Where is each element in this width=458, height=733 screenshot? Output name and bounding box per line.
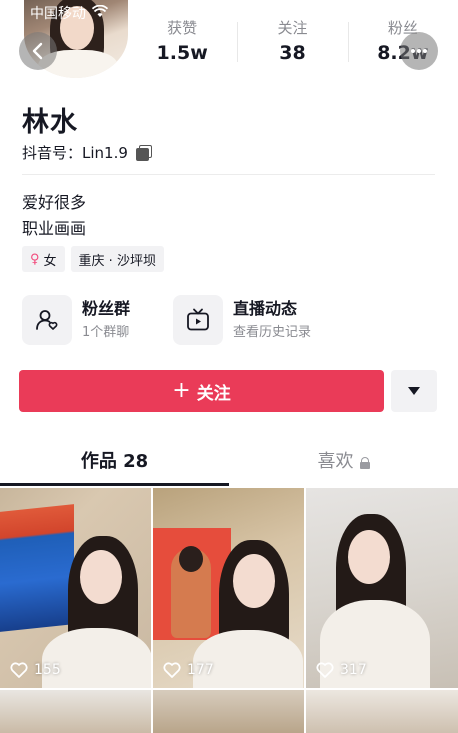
caret-down-icon <box>408 387 420 395</box>
stat-likes[interactable]: 获赞 1.5w <box>127 18 237 68</box>
live-history-card[interactable]: 直播动态 查看历史记录 <box>173 295 311 345</box>
profile-name: 林水 <box>22 107 78 138</box>
video-thumbnail[interactable]: 155 <box>0 488 151 688</box>
heart-icon <box>10 662 28 678</box>
video-likes-count: 155 <box>34 662 61 678</box>
heart-icon <box>316 662 334 678</box>
bio: 爱好很多 职业画画 <box>22 190 86 242</box>
back-button[interactable] <box>19 32 57 70</box>
more-button[interactable] <box>400 32 438 70</box>
stat-label: 粉丝 <box>387 19 418 37</box>
follow-label: 关注 <box>196 383 231 404</box>
douyin-id-text: 抖音号：Lin1.9 <box>22 144 128 162</box>
lock-icon <box>359 457 370 469</box>
fans-group-subtitle: 1个群聊 <box>82 324 130 340</box>
location-tag: 重庆 · 沙坪坝 <box>70 246 164 272</box>
stat-value: 38 <box>279 42 306 64</box>
video-likes-count: 177 <box>187 662 214 678</box>
tab-likes[interactable]: 喜欢 <box>229 440 458 486</box>
copy-icon[interactable] <box>135 145 152 161</box>
profile-header: 中国移动 获赞 1.5w 关注 38 粉丝 8.2w <box>0 0 458 90</box>
video-thumbnail[interactable]: 317 <box>306 488 458 688</box>
fans-group-title: 粉丝群 <box>82 298 131 318</box>
douyin-id: 抖音号：Lin1.9 <box>22 142 152 163</box>
recommend-dropdown-button[interactable] <box>391 370 437 412</box>
fans-group-icon <box>22 295 72 345</box>
video-likes-count: 317 <box>340 662 367 678</box>
heart-icon <box>163 662 181 678</box>
video-likes: 317 <box>316 662 367 678</box>
wifi-icon <box>91 4 109 22</box>
live-subtitle: 查看历史记录 <box>233 324 312 340</box>
carrier-label: 中国移动 <box>30 6 86 22</box>
video-thumbnail[interactable] <box>153 690 304 733</box>
female-icon: ♀ <box>30 251 40 267</box>
more-dots-icon <box>411 49 427 53</box>
stat-label: 获赞 <box>167 19 198 37</box>
follow-button[interactable]: + 关注 <box>19 370 384 412</box>
video-thumbnail[interactable] <box>306 690 458 733</box>
content-tabs: 作品 28 喜欢 <box>0 440 458 486</box>
fans-group-card[interactable]: 粉丝群 1个群聊 <box>22 295 130 345</box>
tv-icon <box>173 295 223 345</box>
gender-tag: ♀ 女 <box>22 246 65 272</box>
status-bar: 中国移动 <box>30 3 109 23</box>
live-title: 直播动态 <box>233 298 298 318</box>
divider <box>22 174 435 175</box>
bio-line: 爱好很多 <box>22 193 87 212</box>
video-grid: 155 177 317 <box>0 488 458 733</box>
profile-tags: ♀ 女 重庆 · 沙坪坝 <box>22 246 164 272</box>
video-likes: 177 <box>163 662 214 678</box>
video-thumbnail[interactable]: 177 <box>153 488 304 688</box>
gender-label: 女 <box>43 253 57 269</box>
location-label: 重庆 · 沙坪坝 <box>78 253 156 269</box>
bio-line: 职业画画 <box>22 219 87 238</box>
tab-likes-label: 喜欢 <box>317 451 354 472</box>
tab-works[interactable]: 作品 28 <box>0 440 229 486</box>
stat-label: 关注 <box>277 19 308 37</box>
chevron-left-icon <box>32 42 43 60</box>
video-likes: 155 <box>10 662 61 678</box>
plus-icon: + <box>172 378 191 403</box>
tab-works-label: 作品 28 <box>80 451 149 472</box>
stat-value: 1.5w <box>156 42 208 64</box>
stat-following[interactable]: 关注 38 <box>237 18 347 68</box>
video-thumbnail[interactable] <box>0 690 151 733</box>
